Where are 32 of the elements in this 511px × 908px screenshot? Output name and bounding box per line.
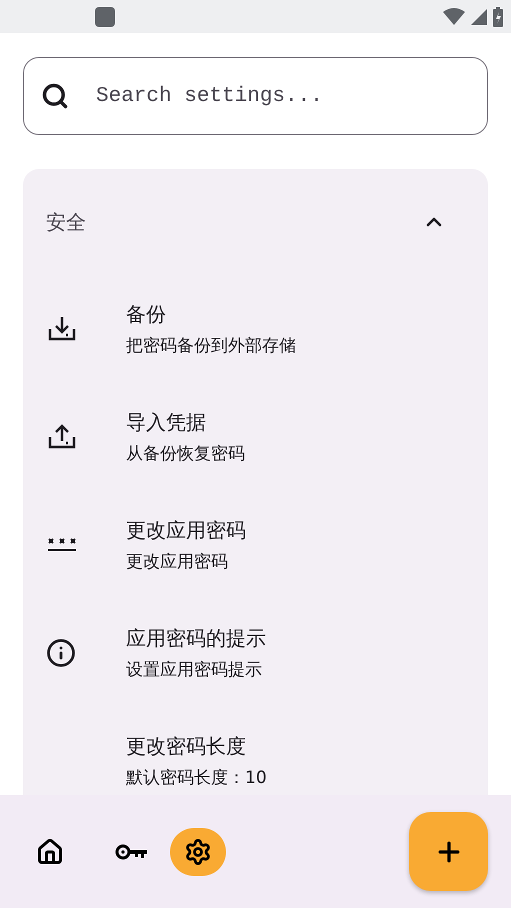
- item-subtitle: 更改应用密码: [126, 551, 229, 573]
- upload-icon: [46, 423, 78, 451]
- item-title: 更改应用密码: [126, 517, 246, 544]
- item-subtitle: 从备份恢复密码: [126, 443, 245, 465]
- item-title: 备份: [126, 301, 167, 328]
- search-icon: [41, 82, 69, 110]
- settings-item[interactable]: 应用密码的提示 设置应用密码提示: [23, 599, 488, 707]
- item-subtitle: 把密码备份到外部存储: [126, 335, 296, 357]
- home-icon: [36, 838, 64, 866]
- settings-icon: [184, 838, 212, 866]
- settings-tab[interactable]: [170, 828, 226, 876]
- wifi-icon: [443, 8, 465, 25]
- key-icon: [115, 842, 149, 860]
- section-header[interactable]: 安全: [23, 169, 488, 275]
- notification-icon: [95, 6, 115, 26]
- settings-item[interactable]: 导入凭据 从备份恢复密码: [23, 383, 488, 491]
- item-title: 应用密码的提示: [126, 625, 266, 652]
- download-icon: [46, 315, 78, 343]
- item-title: 更改密码长度: [126, 733, 247, 760]
- settings-item[interactable]: 备份 把密码备份到外部存储: [23, 275, 488, 383]
- settings-item[interactable]: 更改密码长度 默认密码长度：10: [23, 707, 488, 795]
- add-button[interactable]: [409, 812, 488, 891]
- item-subtitle: 默认密码长度：10: [126, 767, 267, 789]
- settings-item[interactable]: 更改应用密码 更改应用密码: [23, 491, 488, 599]
- search-field[interactable]: Search settings...: [23, 57, 488, 135]
- item-title: 导入凭据: [126, 409, 207, 436]
- info-icon: [46, 638, 76, 668]
- password-icon: [46, 537, 78, 553]
- signal-icon: [471, 8, 487, 24]
- item-subtitle: 设置应用密码提示: [126, 659, 263, 681]
- section-title: 安全: [46, 208, 86, 236]
- battery-icon: [493, 6, 503, 26]
